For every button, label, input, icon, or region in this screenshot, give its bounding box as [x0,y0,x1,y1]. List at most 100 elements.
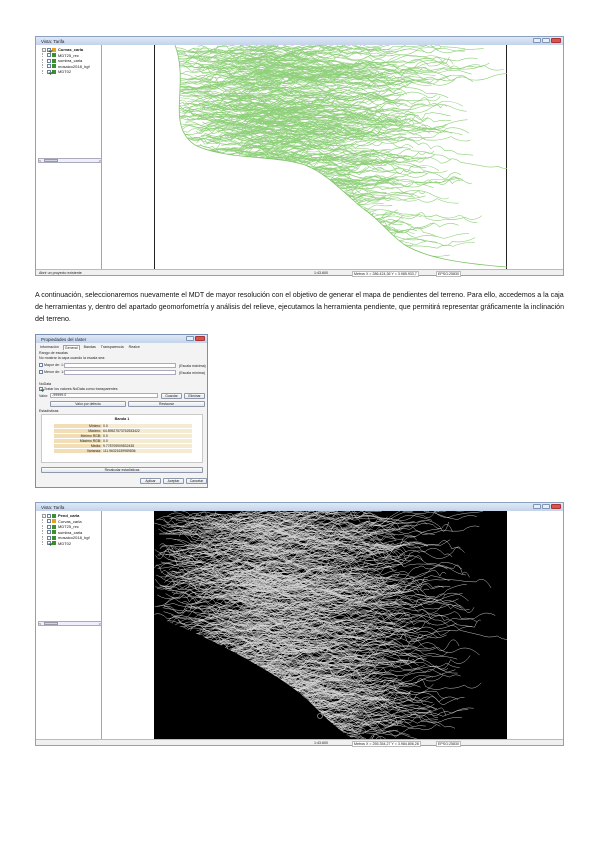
tab-transparencia[interactable]: Transparencia [100,345,125,350]
terrain-line [202,229,283,240]
maximize-button[interactable] [542,504,550,509]
tree-expander-icon[interactable]: - [42,513,46,518]
delete-button[interactable]: Eliminar [184,393,205,399]
cancel-button[interactable]: Cancelar [186,478,207,484]
tree-expander-icon[interactable] [42,524,46,529]
terrain-line [204,236,395,248]
scrollbar-thumb[interactable] [44,159,58,162]
map-canvas[interactable] [102,45,563,271]
layer-visibility-checkbox[interactable] [47,47,51,52]
accept-button[interactable]: Aceptar [163,478,184,484]
layer-type-icon [52,58,56,63]
dialog-title: Propiedades del ráster [41,336,87,342]
toc-scrollbar[interactable]: < > [38,158,102,163]
nodata-value-input[interactable]: -99999.0 [50,393,158,398]
terrain-line [210,208,361,222]
tab-bandas[interactable]: Bandas [83,345,97,350]
terrain-line [175,249,335,267]
tab-información[interactable]: Información [39,345,60,350]
terrain-line [259,240,417,251]
less-than-label: Menor de: 1: [44,370,65,374]
map-canvas[interactable] [102,511,563,741]
terrain-line [175,196,355,214]
greater-than-checkbox[interactable] [39,363,43,367]
value-label: Valor: [39,394,49,398]
tree-expander-icon[interactable] [42,58,46,63]
tree-expander-icon[interactable] [42,69,46,74]
scroll-left-icon[interactable]: < [39,158,41,163]
terrain-line [193,215,334,226]
terrain-line [175,254,321,267]
terrain-line [250,206,398,216]
terrain-line [230,212,329,226]
layer-visibility-checkbox[interactable] [47,535,51,540]
recalculate-statistics-button[interactable]: Recalcular estadísticas [41,467,203,473]
dialog-minimize-button[interactable] [186,336,194,341]
window-title: Vista: Tarifa [41,504,65,510]
terrain-line [188,190,328,198]
minimize-button[interactable] [533,504,541,509]
layer-item[interactable]: MDT02 [42,69,101,75]
layer-visibility-checkbox[interactable] [47,541,51,546]
tree-expander-icon[interactable] [42,530,46,535]
scrollbar-thumb[interactable] [44,622,58,625]
layer-visibility-checkbox[interactable] [47,53,51,58]
layer-visibility-checkbox[interactable] [47,519,51,524]
terrain-line [181,220,392,240]
layer-visibility-checkbox[interactable] [47,530,51,535]
layer-type-icon [52,47,56,52]
close-button[interactable] [551,38,561,43]
nodata-row: Tratar los valores NoData como transpare… [39,387,118,391]
restore-button[interactable]: Restaurar [128,401,205,407]
terrain-line [232,226,476,246]
less-than-input[interactable] [64,370,176,375]
scroll-right-icon[interactable]: > [99,621,101,626]
save-button[interactable]: Guardar [161,393,182,399]
layer-label: MDT25_rec [58,524,79,530]
scroll-left-icon[interactable]: < [39,621,41,626]
maximize-button[interactable] [542,38,550,43]
tree-expander-icon[interactable] [42,535,46,540]
toc-scrollbar[interactable]: < > [38,621,102,626]
terrain-line [210,201,325,216]
tab-general[interactable]: General [62,345,80,350]
layer-visibility-checkbox[interactable] [47,69,51,74]
terrain-line [175,165,282,178]
slope-map [154,511,507,739]
terrain-line [257,214,391,235]
default-value-button[interactable]: Valor por defecto [50,401,126,407]
terrain-line [222,225,340,240]
terrain-line [246,229,343,239]
terrain-line [202,257,356,266]
tree-expander-icon[interactable]: - [42,47,46,52]
dialog-close-button[interactable] [195,336,205,341]
less-than-checkbox[interactable] [39,370,43,374]
minimize-button[interactable] [533,38,541,43]
layer-visibility-checkbox[interactable] [47,64,51,69]
body-paragraph: A continuación, seleccionaremos nuevamen… [35,291,565,324]
nodata-checkbox[interactable] [39,387,43,391]
terrain-line [191,166,279,175]
terrain-line [203,224,298,232]
scroll-right-icon[interactable]: > [99,158,101,163]
layer-label: mosaico2018_hgf [58,535,90,541]
layer-label: MDT02 [58,69,72,75]
terrain-line [214,178,388,193]
terrain-line [205,181,317,195]
layer-visibility-checkbox[interactable] [47,524,51,529]
status-bar: 1:43.600 Metros X = 255.354,27 Y = 3.984… [36,739,563,747]
layer-visibility-checkbox[interactable] [47,58,51,63]
layer-item[interactable]: MDT02 [42,541,101,547]
terrain-line [213,252,335,266]
tab-realce[interactable]: Realce [128,345,141,350]
tree-expander-icon[interactable] [42,53,46,58]
apply-button[interactable]: Aplicar [140,478,161,484]
greater-than-input[interactable] [64,363,176,368]
tree-expander-icon[interactable] [42,541,46,546]
terrain-line [179,239,407,257]
close-button[interactable] [551,504,561,509]
layer-visibility-checkbox[interactable] [47,513,51,518]
tree-expander-icon[interactable] [42,519,46,524]
tree-expander-icon[interactable] [42,64,46,69]
terrain-line [175,230,269,242]
